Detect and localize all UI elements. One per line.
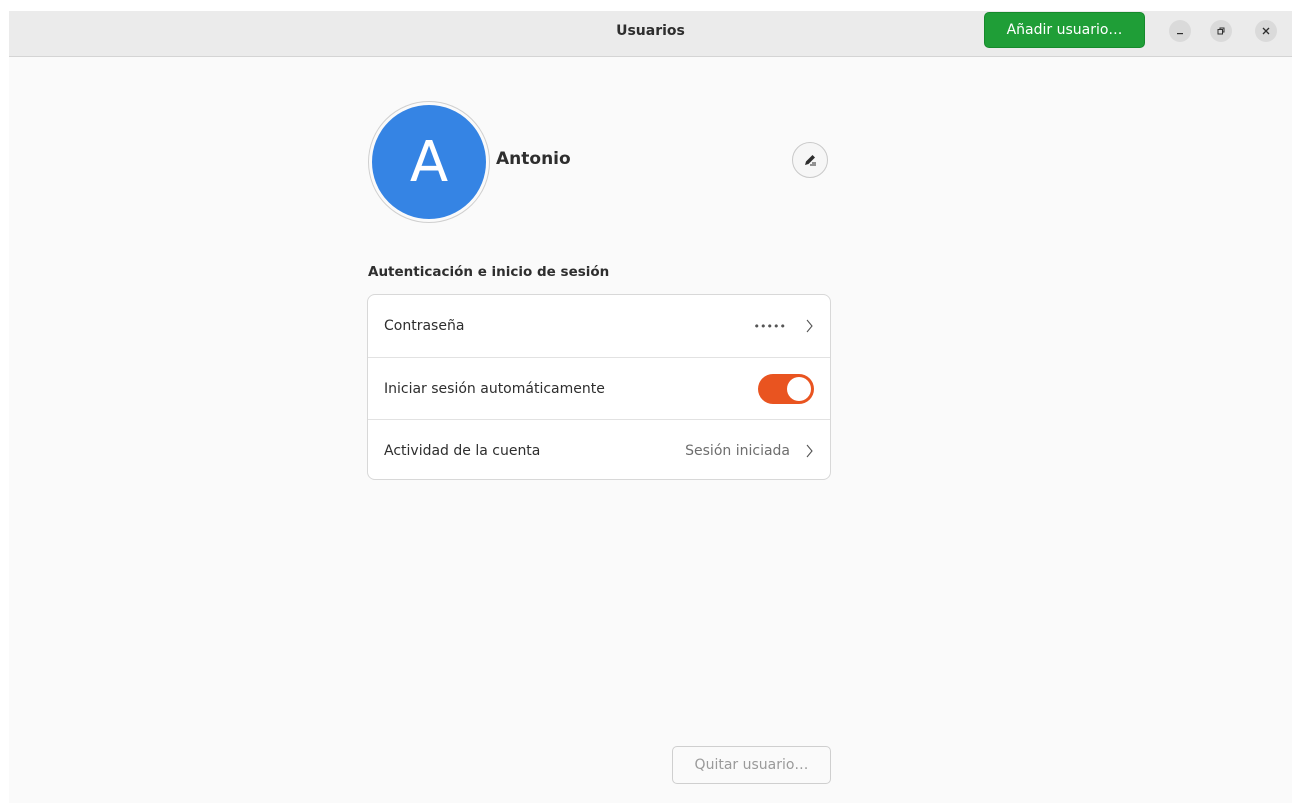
restore-icon	[1217, 27, 1225, 35]
restore-button[interactable]	[1210, 20, 1232, 42]
minimize-icon	[1177, 33, 1183, 35]
chevron-right-icon	[806, 319, 813, 333]
account-activity-row[interactable]: Actividad de la cuenta Sesión iniciada	[368, 419, 830, 479]
user-name: Antonio	[496, 149, 571, 169]
add-user-button[interactable]: Añadir usuario…	[984, 12, 1145, 48]
minimize-button[interactable]	[1169, 20, 1191, 42]
header-bar: Usuarios Añadir usuario…	[9, 11, 1292, 57]
toggle-knob	[787, 376, 811, 401]
users-window: Usuarios Añadir usuario… A Antonio Auten…	[9, 11, 1292, 803]
close-icon	[1262, 27, 1270, 35]
password-row[interactable]: Contraseña •••••	[368, 295, 830, 357]
account-activity-label: Actividad de la cuenta	[384, 442, 541, 459]
password-label: Contraseña	[384, 318, 465, 334]
remove-user-button[interactable]: Quitar usuario…	[672, 746, 831, 784]
autologin-row: Iniciar sesión automáticamente	[368, 357, 830, 419]
account-activity-value: Sesión iniciada	[685, 442, 790, 459]
close-button[interactable]	[1255, 20, 1277, 42]
autologin-label: Iniciar sesión automáticamente	[384, 380, 605, 397]
chevron-right-icon	[806, 444, 813, 457]
auth-settings-list: Contraseña ••••• Iniciar sesión automáti…	[367, 294, 831, 480]
autologin-toggle[interactable]	[758, 373, 814, 404]
auth-section-title: Autenticación e inicio de sesión	[368, 264, 610, 280]
password-value: •••••	[753, 319, 786, 333]
edit-pen-icon	[805, 155, 816, 166]
user-avatar[interactable]: A	[369, 102, 489, 222]
edit-name-button[interactable]	[792, 142, 828, 178]
